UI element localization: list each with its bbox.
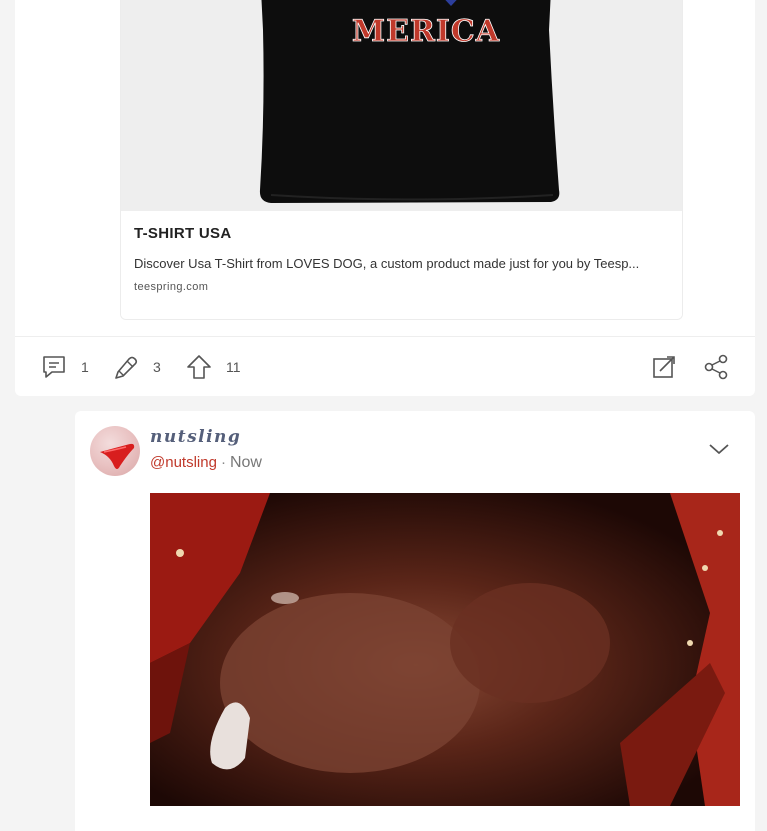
recast-button[interactable]: 3 xyxy=(113,353,161,381)
author-handle[interactable]: @nutsling xyxy=(150,454,217,471)
tshirt-image: MERICA xyxy=(121,0,682,211)
author-meta: @nutsling · Now xyxy=(150,454,262,472)
post-action-bar: 1 3 11 xyxy=(15,336,755,396)
link-description: Discover Usa T-Shirt from LOVES DOG, a c… xyxy=(134,256,640,271)
post-timestamp[interactable]: Now xyxy=(230,454,262,471)
expand-button[interactable] xyxy=(651,353,677,381)
post-card: nutsling @nutsling · Now xyxy=(75,411,755,831)
post-media-image[interactable] xyxy=(150,493,740,806)
link-preview-card[interactable]: MERICA T-SHIRT USA Discover Usa T-Shirt … xyxy=(120,0,683,320)
link-preview-image: MERICA xyxy=(121,0,682,211)
shirt-print-text: MERICA xyxy=(352,14,500,49)
expand-icon xyxy=(653,356,675,378)
media-photo xyxy=(150,493,740,806)
share-button[interactable] xyxy=(703,353,729,381)
upvote-button[interactable]: 11 xyxy=(186,353,241,381)
link-title[interactable]: T-SHIRT USA xyxy=(134,225,231,242)
recast-icon xyxy=(115,356,138,379)
link-preview-meta: T-SHIRT USA Discover Usa T-Shirt from LO… xyxy=(121,211,682,319)
comment-count: 1 xyxy=(81,359,89,375)
comment-icon xyxy=(43,356,65,378)
link-domain[interactable]: teespring.com xyxy=(134,281,208,293)
meta-separator: · xyxy=(220,454,226,471)
author-display-name[interactable]: nutsling xyxy=(150,427,241,447)
upvote-count: 11 xyxy=(226,359,241,375)
recast-count: 3 xyxy=(153,359,161,375)
post-menu-button[interactable] xyxy=(708,441,730,457)
comment-button[interactable]: 1 xyxy=(41,353,89,381)
chevron-down-icon xyxy=(709,444,729,454)
avatar[interactable] xyxy=(90,426,140,476)
post-card: MERICA T-SHIRT USA Discover Usa T-Shirt … xyxy=(15,0,755,396)
upvote-icon xyxy=(187,355,211,379)
share-icon xyxy=(704,354,728,380)
avatar-image xyxy=(100,443,135,469)
